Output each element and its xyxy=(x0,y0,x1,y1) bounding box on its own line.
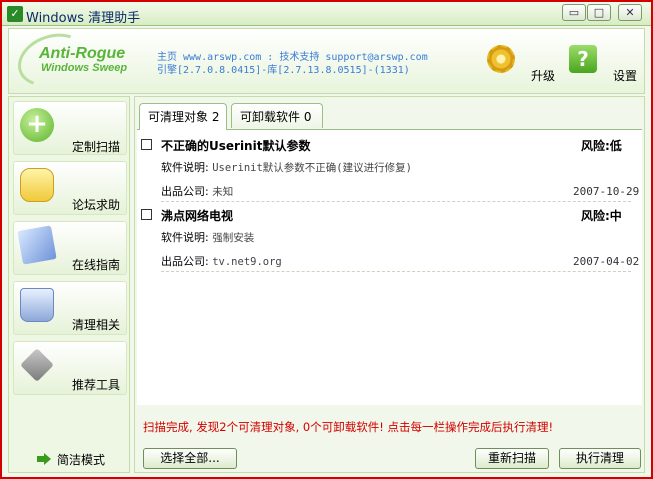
item-checkbox[interactable] xyxy=(141,139,152,150)
logo-title: Anti-Rogue xyxy=(39,45,126,62)
close-button[interactable]: ✕ xyxy=(618,4,642,21)
sidebar-item-online-guide[interactable]: 在线指南 xyxy=(13,221,127,275)
settings-button[interactable]: ? 设置 xyxy=(569,43,637,89)
tab-cleanable-objects[interactable]: 可清理对象 2 xyxy=(139,103,227,130)
recycle-bin-icon xyxy=(20,288,54,322)
item-risk: 风险:中 xyxy=(581,209,622,223)
item-name: 沸点网络电视 xyxy=(161,209,234,223)
results-list: 不正确的Userinit默认参数 风险:低 软件说明: Userinit默认参数… xyxy=(137,129,642,405)
plus-icon: + xyxy=(20,108,54,142)
list-item[interactable]: 沸点网络电视 风险:中 软件说明: 强制安装 出品公司: tv.net9.org… xyxy=(137,202,642,272)
execute-clean-button[interactable]: 执行清理 xyxy=(559,448,641,469)
gear-icon xyxy=(487,45,515,73)
list-item[interactable]: 不正确的Userinit默认参数 风险:低 软件说明: Userinit默认参数… xyxy=(137,132,642,202)
item-risk: 风险:低 xyxy=(581,139,622,153)
status-message: 扫描完成, 发现2个可清理对象, 0个可卸载软件! 点击每一栏操作完成后执行清理… xyxy=(143,420,554,434)
rescan-button[interactable]: 重新扫描 xyxy=(475,448,549,469)
item-description: 软件说明: Userinit默认参数不正确(建议进行修复) xyxy=(161,159,412,175)
sidebar-item-custom-scan[interactable]: + 定制扫描 xyxy=(13,101,127,155)
desc-label: 软件说明: xyxy=(161,161,209,174)
sidebar: + 定制扫描 论坛求助 在线指南 清理相关 推荐工具 简洁模式 xyxy=(8,96,130,473)
simple-mode-label: 简洁模式 xyxy=(57,453,106,467)
guide-book-icon xyxy=(17,225,57,265)
broom-app-icon: ✓ xyxy=(7,6,23,22)
item-name: 不正确的Userinit默认参数 xyxy=(161,139,311,153)
select-all-button[interactable]: 选择全部... xyxy=(143,448,237,469)
sidebar-item-label: 在线指南 xyxy=(72,258,121,272)
item-company: 出品公司: tv.net9.org xyxy=(161,253,282,269)
sidebar-item-label: 清理相关 xyxy=(72,318,121,332)
question-icon: ? xyxy=(569,45,597,73)
sidebar-item-recommended-tools[interactable]: 推荐工具 xyxy=(13,341,127,395)
minimize-button[interactable]: ▭ xyxy=(562,4,586,21)
logo-subtitle: Windows Sweep xyxy=(41,62,128,74)
sidebar-item-forum-help[interactable]: 论坛求助 xyxy=(13,161,127,215)
desc-value: Userinit默认参数不正确(建议进行修复) xyxy=(212,162,412,174)
sidebar-item-label: 定制扫描 xyxy=(72,140,121,154)
main-panel: 可清理对象 2 可卸载软件 0 不正确的Userinit默认参数 风险:低 软件… xyxy=(134,96,645,473)
item-date: 2007-10-29 xyxy=(573,185,640,198)
upgrade-button[interactable]: 升级 xyxy=(487,43,555,89)
engine-version-info: 引擎[2.7.0.8.0415]-库[2.7.13.8.0515]-(1331) xyxy=(157,65,410,76)
sidebar-item-label: 论坛求助 xyxy=(72,198,121,212)
upgrade-label: 升级 xyxy=(531,69,556,83)
tools-icon xyxy=(20,348,54,382)
tab-uninstallable-software[interactable]: 可卸载软件 0 xyxy=(231,103,323,128)
sidebar-item-label: 推荐工具 xyxy=(72,378,121,392)
maximize-button[interactable]: □ xyxy=(587,4,611,21)
main-window: ✓ Windows 清理助手 ▭ □ ✕ Anti-Rogue Windows … xyxy=(0,0,653,479)
sidebar-item-clean-related[interactable]: 清理相关 xyxy=(13,281,127,335)
item-date: 2007-04-02 xyxy=(573,255,640,268)
header-banner: Anti-Rogue Windows Sweep 主页 www.arswp.co… xyxy=(8,24,645,96)
company-value: 未知 xyxy=(212,186,234,198)
company-label: 出品公司: xyxy=(161,185,209,198)
item-company: 出品公司: 未知 xyxy=(161,183,233,199)
divider xyxy=(161,271,631,272)
item-checkbox[interactable] xyxy=(141,209,152,220)
window-title: Windows 清理助手 xyxy=(26,11,141,26)
item-description: 软件说明: 强制安装 xyxy=(161,229,254,245)
company-label: 出品公司: xyxy=(161,255,209,268)
company-value: tv.net9.org xyxy=(212,256,282,268)
desc-value: 强制安装 xyxy=(212,232,255,244)
settings-label: 设置 xyxy=(613,69,638,83)
title-bar[interactable]: ✓ Windows 清理助手 ▭ □ ✕ xyxy=(2,2,651,26)
desc-label: 软件说明: xyxy=(161,231,209,244)
arrow-right-icon xyxy=(37,453,51,465)
chat-bubble-icon xyxy=(20,168,54,202)
